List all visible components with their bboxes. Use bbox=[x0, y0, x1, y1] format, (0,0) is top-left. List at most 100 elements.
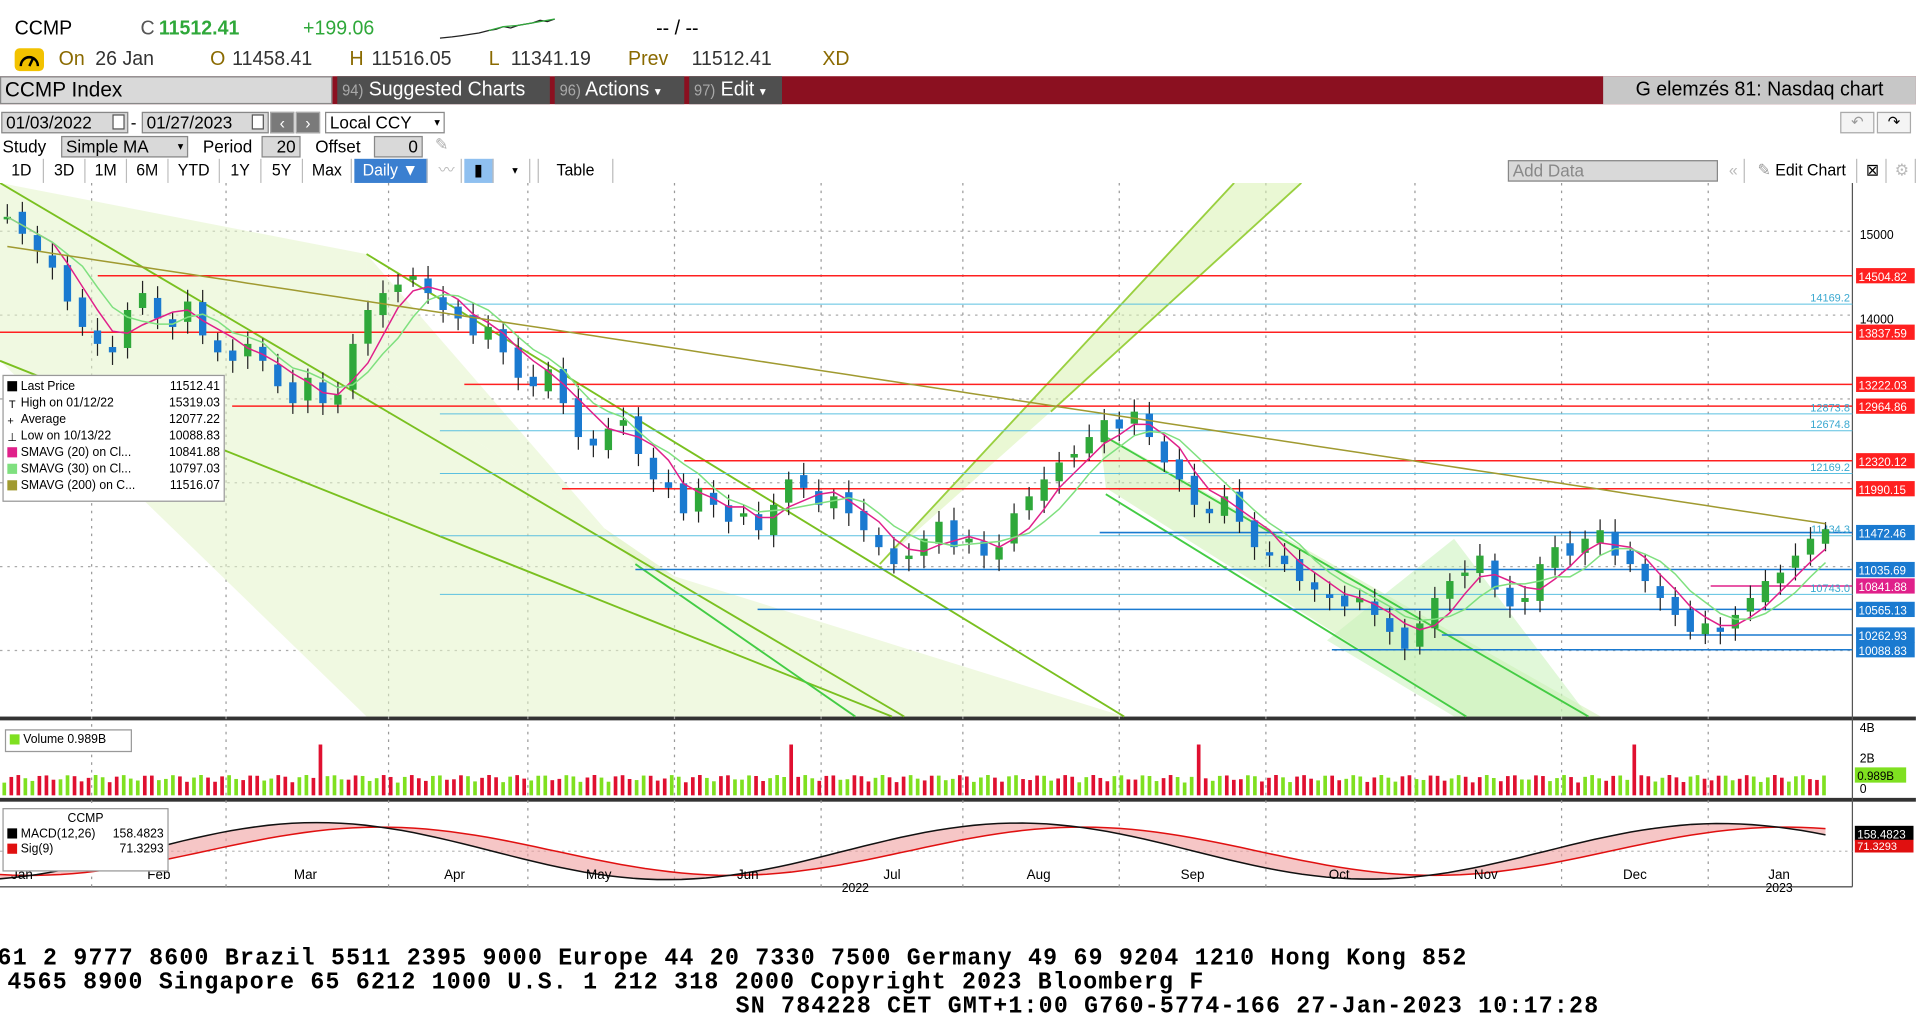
volume-bar bbox=[227, 775, 231, 796]
legend-label: SMAVG (200) on C... bbox=[20, 478, 136, 493]
volume-bar bbox=[1428, 775, 1433, 796]
volume-bar bbox=[30, 780, 35, 796]
volume-legend[interactable]: Volume 0.989B bbox=[4, 729, 132, 753]
study-select[interactable]: Simple MA ▾ bbox=[61, 135, 189, 158]
candle-body bbox=[1506, 587, 1514, 607]
edit-chart-button[interactable]: ✎ Edit Chart bbox=[1747, 158, 1858, 183]
offset-input[interactable]: 0 bbox=[373, 135, 423, 158]
redo-icon[interactable]: ↷ bbox=[1876, 111, 1912, 134]
suggested-charts-button[interactable]: 94) Suggested Charts bbox=[337, 76, 550, 105]
pencil-icon[interactable]: ✎ bbox=[435, 135, 448, 155]
volume-bar bbox=[754, 775, 758, 796]
volume-bar bbox=[86, 777, 91, 796]
calendar-icon[interactable] bbox=[251, 114, 264, 130]
dropdown-arrow-icon[interactable]: ▾ bbox=[500, 158, 531, 183]
volume-bar bbox=[683, 782, 688, 796]
volume-bar bbox=[1358, 776, 1363, 796]
gear-icon[interactable]: ⚙ bbox=[1889, 158, 1916, 183]
calendar-icon[interactable] bbox=[112, 114, 125, 130]
volume-bar bbox=[445, 779, 449, 796]
volume-bar bbox=[16, 775, 21, 796]
candle-body bbox=[589, 438, 598, 446]
range-1m-tab[interactable]: 1M bbox=[85, 158, 128, 183]
range-1y-tab[interactable]: 1Y bbox=[219, 158, 262, 183]
frequency-value: Daily bbox=[362, 160, 398, 180]
add-data-input[interactable]: Add Data bbox=[1507, 160, 1718, 182]
dropdown-arrow-icon: ▾ bbox=[759, 85, 766, 100]
candle-body bbox=[1761, 581, 1770, 603]
candle-body bbox=[454, 306, 462, 319]
frequency-select[interactable]: Daily ▼ bbox=[354, 158, 428, 183]
volume-bar bbox=[1140, 775, 1145, 796]
actions-menu-button[interactable]: 96) Actions ▾ bbox=[554, 76, 685, 105]
study-label: Study bbox=[2, 135, 47, 157]
volume-bar bbox=[592, 775, 597, 796]
table-button[interactable]: Table bbox=[537, 158, 614, 183]
volume-bar bbox=[585, 777, 590, 796]
volume-bar bbox=[993, 777, 997, 796]
range-ytd-tab[interactable]: YTD bbox=[168, 158, 220, 183]
close-label: C bbox=[140, 17, 155, 40]
price-legend[interactable]: Last Price 11512.41 T High on 01/12/22 1531… bbox=[2, 374, 225, 502]
volume-bar bbox=[1695, 775, 1700, 796]
range-3d-tab[interactable]: 3D bbox=[43, 158, 86, 183]
volume-bar bbox=[880, 775, 885, 796]
security-name[interactable]: CCMP Index bbox=[0, 76, 333, 105]
collapse-icon[interactable]: « bbox=[1722, 158, 1745, 183]
volume-bar bbox=[318, 744, 323, 796]
volume-bar bbox=[782, 776, 786, 796]
candle-body bbox=[679, 483, 688, 514]
end-date-field[interactable]: 01/27/2023 bbox=[141, 111, 269, 134]
legend-row: SMAVG (200) on C... 11516.07 bbox=[7, 478, 220, 495]
volume-bar bbox=[796, 776, 801, 796]
candle-body bbox=[950, 520, 958, 548]
period-input[interactable]: 20 bbox=[261, 135, 301, 158]
volume-bar bbox=[395, 782, 400, 796]
volume-bar bbox=[1239, 779, 1243, 796]
macd-legend[interactable]: CCMP MACD(12,26) 158.4823 Sig(9) 71.3293 bbox=[2, 808, 169, 872]
volume-bar bbox=[1056, 778, 1060, 796]
volume-bar bbox=[1344, 778, 1349, 796]
range-1d-tab[interactable]: 1D bbox=[0, 158, 44, 183]
volume-bar bbox=[142, 775, 147, 796]
volume-bar bbox=[9, 776, 14, 796]
volume-bar bbox=[276, 775, 281, 796]
candle-body bbox=[634, 416, 643, 454]
candle-body bbox=[574, 398, 582, 438]
trend-channels bbox=[0, 182, 1601, 718]
volume-bar bbox=[1555, 778, 1559, 796]
range-toolbar: 1D 3D 1M 6M YTD 1Y 5Y Max Daily ▼ 〰 ▮ ▾ … bbox=[0, 158, 1916, 183]
volume-bar bbox=[557, 778, 562, 796]
legend-value: 71.3293 bbox=[119, 842, 164, 857]
candle-body bbox=[1325, 594, 1334, 598]
volume-bar bbox=[1442, 780, 1447, 796]
candle-chart-icon[interactable]: ▮ bbox=[464, 158, 494, 183]
chart-settings-icon[interactable]: ⊠ bbox=[1859, 158, 1887, 183]
offset-label: Offset bbox=[315, 135, 361, 157]
prev-period-button[interactable]: ‹ bbox=[270, 111, 295, 134]
dropdown-arrow-icon: ▾ bbox=[177, 139, 184, 153]
next-period-button[interactable]: › bbox=[295, 111, 321, 134]
line-chart-icon[interactable]: 〰 bbox=[432, 158, 462, 183]
currency-select[interactable]: Local CCY ▾ bbox=[325, 111, 445, 134]
volume-bar bbox=[979, 777, 983, 796]
volume-bar bbox=[1316, 780, 1320, 796]
ticker-symbol: CCMP bbox=[14, 17, 73, 40]
volume-bar bbox=[789, 744, 794, 796]
candle-body bbox=[153, 297, 162, 319]
volume-bar bbox=[803, 775, 808, 796]
volume-bar bbox=[1702, 778, 1707, 796]
range-6m-tab[interactable]: 6M bbox=[127, 158, 169, 183]
month-label: Jun bbox=[737, 867, 759, 882]
price-chart[interactable]: 14504.82 13837.59 13222.03 12964.86 12320.12… bbox=[0, 182, 1916, 894]
range-max-tab[interactable]: Max bbox=[303, 158, 352, 183]
range-5y-tab[interactable]: 5Y bbox=[261, 158, 304, 183]
volume-bar bbox=[37, 775, 42, 796]
candle-body bbox=[724, 505, 733, 522]
start-date-field[interactable]: 01/03/2022 bbox=[1, 111, 129, 134]
candle-body bbox=[1401, 627, 1409, 649]
volume-bar bbox=[192, 777, 196, 796]
undo-icon[interactable]: ↶ bbox=[1840, 111, 1875, 134]
edit-menu-button[interactable]: 97) Edit ▾ bbox=[689, 76, 783, 105]
volume-bar bbox=[1309, 778, 1313, 796]
